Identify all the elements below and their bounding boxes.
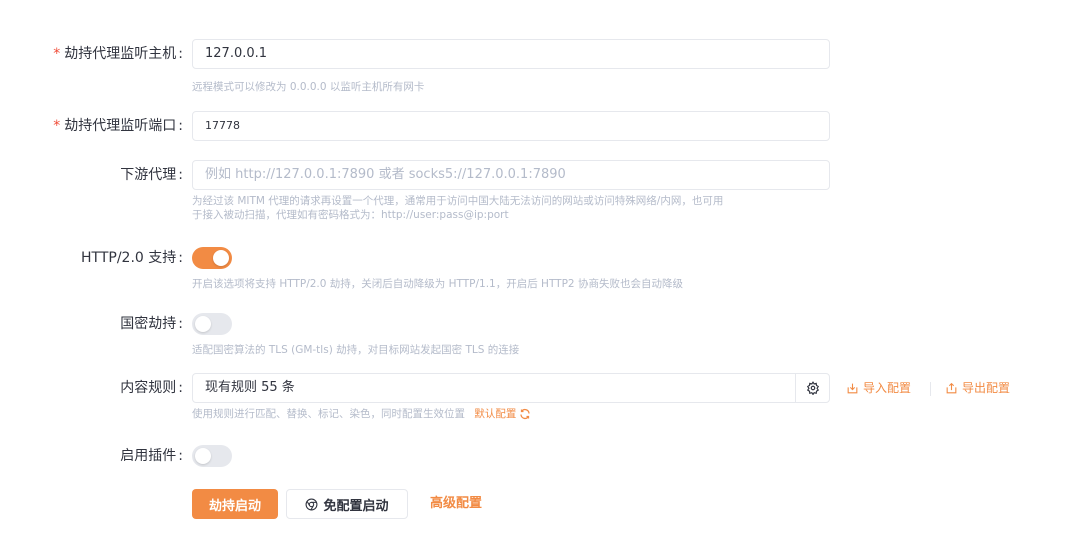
http2-label: HTTP/2.0 支持: xyxy=(81,250,183,266)
start-hijack-button[interactable]: 劫持启动 xyxy=(192,489,278,519)
port-input[interactable]: 17778 xyxy=(192,111,830,141)
export-icon xyxy=(946,382,957,393)
rules-help: 使用规则进行匹配、替换、标记、染色，同时配置生效位置 默认配置 xyxy=(192,407,832,421)
rules-input[interactable]: 现有规则 55 条 xyxy=(192,373,830,403)
http2-switch[interactable] xyxy=(192,247,232,269)
export-config-button[interactable]: 导出配置 xyxy=(945,373,1010,403)
advanced-config-button[interactable]: 高级配置 xyxy=(422,489,490,519)
gm-label: 国密劫持: xyxy=(120,316,183,332)
no-config-start-button[interactable]: 免配置启动 xyxy=(286,489,408,519)
rules-count: 现有规则 55 条 xyxy=(205,380,295,395)
downstream-help: 为经过该 MITM 代理的请求再设置一个代理，通常用于访问中国大陆无法访问的网站… xyxy=(192,195,724,221)
gm-switch[interactable] xyxy=(192,313,232,335)
plugins-switch[interactable] xyxy=(192,445,232,467)
import-config-button[interactable]: 导入配置 xyxy=(846,373,911,403)
host-label: * 劫持代理监听主机: xyxy=(53,46,183,62)
http2-help: 开启该选项将支持 HTTP/2.0 劫持，关闭后自动降级为 HTTP/1.1，开… xyxy=(192,278,683,290)
rules-label: 内容规则: xyxy=(120,380,183,396)
switch-knob xyxy=(213,250,229,266)
host-help: 远程模式可以修改为 0.0.0.0 以监听主机所有网卡 xyxy=(192,81,425,93)
chrome-icon xyxy=(306,498,318,510)
action-divider xyxy=(930,382,931,396)
downstream-label: 下游代理: xyxy=(120,167,183,183)
rules-settings-button[interactable] xyxy=(795,374,829,402)
gear-icon xyxy=(806,381,819,395)
refresh-icon xyxy=(520,408,530,420)
plugins-label: 启用插件: xyxy=(120,448,183,464)
switch-knob xyxy=(195,316,211,332)
import-icon xyxy=(847,383,858,393)
gm-help: 适配国密算法的 TLS (GM-tls) 劫持，对目标网站发起国密 TLS 的连… xyxy=(192,344,520,356)
default-config-link[interactable]: 默认配置 xyxy=(474,407,531,421)
switch-knob xyxy=(195,448,211,464)
port-label: * 劫持代理监听端口: xyxy=(53,118,183,134)
downstream-input[interactable]: 例如 http://127.0.0.1:7890 或者 socks5://127… xyxy=(192,160,830,190)
host-input[interactable]: 127.0.0.1 xyxy=(192,39,830,69)
